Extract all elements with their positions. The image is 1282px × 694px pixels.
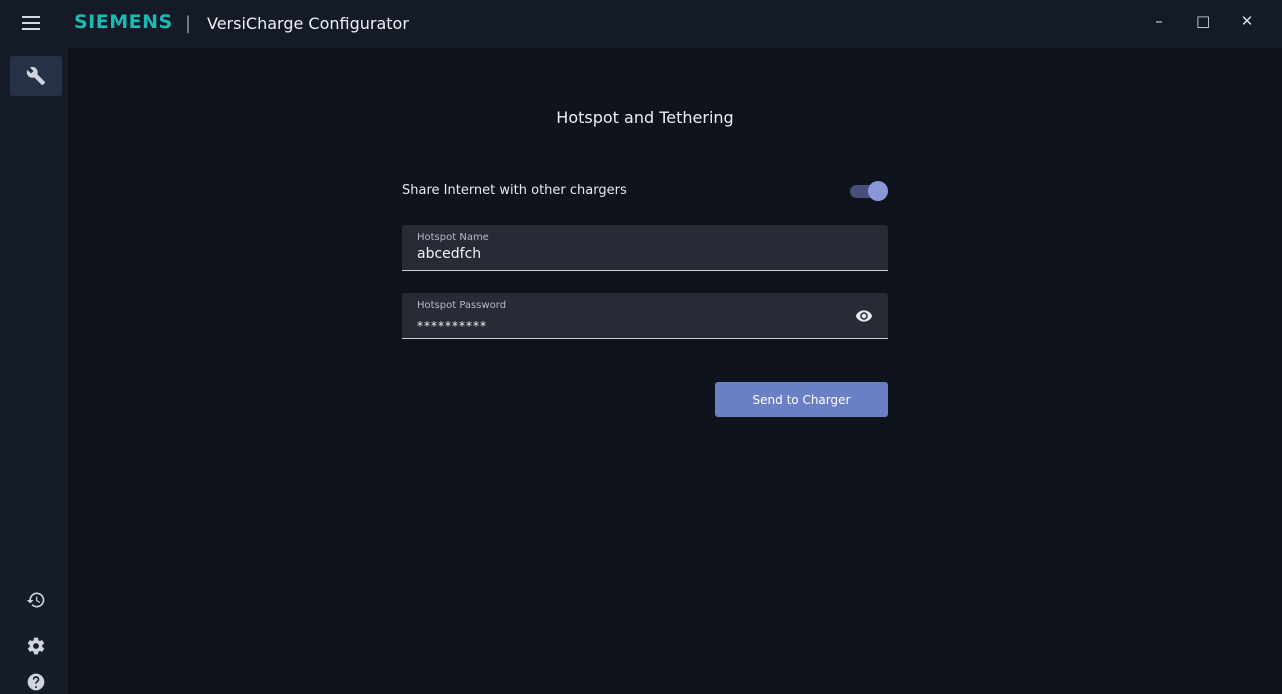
send-to-charger-button[interactable]: Send to Charger bbox=[715, 382, 888, 417]
maximize-button[interactable]: □ bbox=[1196, 12, 1210, 30]
app-title: VersiCharge Configurator bbox=[207, 14, 409, 33]
sidebar bbox=[0, 48, 68, 694]
hotspot-name-label: Hotspot Name bbox=[417, 232, 489, 243]
hotspot-password-value[interactable]: ********** bbox=[417, 319, 487, 333]
sidebar-item-history[interactable] bbox=[10, 580, 62, 620]
window-controls: – □ ✕ bbox=[1152, 12, 1254, 30]
hotspot-password-field[interactable]: Hotspot Password ********** bbox=[402, 293, 888, 339]
app-window: SIEMENS | VersiCharge Configurator – □ ✕ bbox=[0, 0, 1282, 694]
eye-icon[interactable] bbox=[854, 307, 874, 325]
share-internet-label: Share Internet with other chargers bbox=[402, 183, 627, 198]
sidebar-item-tools[interactable] bbox=[10, 56, 62, 96]
help-icon bbox=[27, 673, 45, 691]
history-icon bbox=[26, 592, 45, 608]
title-bar: SIEMENS | VersiCharge Configurator – □ ✕ bbox=[0, 0, 1282, 48]
hotspot-name-value[interactable]: abcedfch bbox=[417, 246, 481, 262]
hotspot-name-field[interactable]: Hotspot Name abcedfch bbox=[402, 225, 888, 271]
minimize-button[interactable]: – bbox=[1152, 12, 1166, 30]
sidebar-item-help[interactable] bbox=[10, 668, 62, 694]
hamburger-menu-icon[interactable] bbox=[22, 16, 40, 30]
sidebar-item-settings[interactable] bbox=[10, 626, 62, 666]
close-button[interactable]: ✕ bbox=[1240, 12, 1254, 30]
brand-logo: SIEMENS bbox=[74, 11, 173, 33]
share-internet-toggle[interactable] bbox=[850, 181, 888, 201]
gear-icon bbox=[27, 637, 45, 655]
title-separator: | bbox=[185, 13, 192, 34]
main-content: Hotspot and Tethering Share Internet wit… bbox=[68, 48, 1282, 694]
hotspot-password-label: Hotspot Password bbox=[417, 300, 507, 311]
page-title: Hotspot and Tethering bbox=[556, 108, 734, 127]
toggle-knob bbox=[868, 181, 888, 201]
share-internet-row: Share Internet with other chargers bbox=[402, 180, 888, 204]
wrench-icon bbox=[26, 66, 46, 86]
